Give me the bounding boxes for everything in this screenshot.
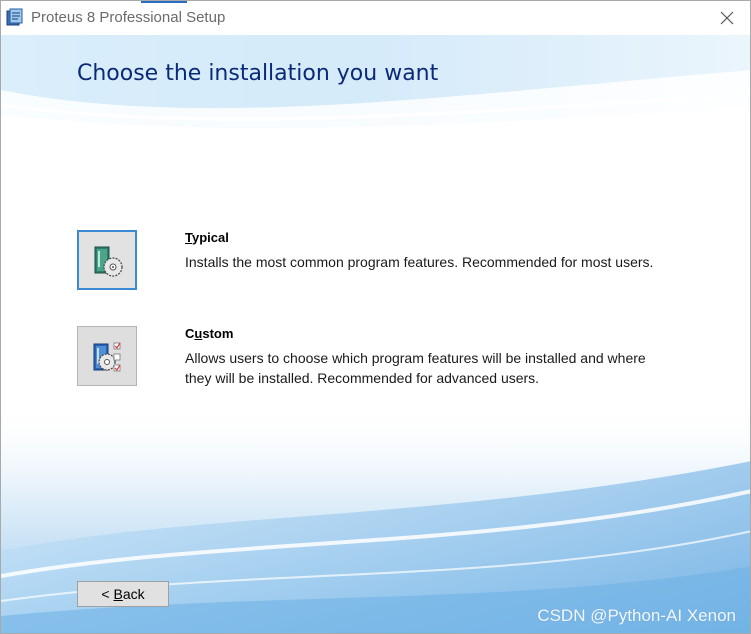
custom-option-description: Allows users to choose which program fea… [185, 350, 646, 386]
window-title: Proteus 8 Professional Setup [31, 9, 226, 26]
header-swoosh-decoration [1, 35, 750, 145]
typical-mnemonic: T [185, 230, 192, 245]
watermark-text: CSDN @Python-AI Xenon [537, 606, 736, 625]
custom-install-button[interactable] [77, 326, 137, 386]
back-label-rest: ack [122, 586, 145, 602]
custom-title-rest: stom [202, 326, 234, 341]
back-button[interactable]: < Back [77, 581, 169, 607]
setup-window: Proteus 8 Professional Setup Choose the … [0, 0, 751, 634]
typical-option-title: Typical [185, 230, 229, 245]
close-button[interactable] [704, 1, 750, 35]
typical-install-icon [94, 246, 123, 277]
installer-app-icon [6, 8, 23, 26]
typical-option-description: Installs the most common program feature… [185, 254, 654, 270]
custom-title-prefix: C [185, 326, 195, 341]
title-bar: Proteus 8 Professional Setup [1, 1, 750, 35]
taskbar-accent-strip [141, 1, 187, 3]
back-arrow-text: < [101, 586, 114, 602]
back-mnemonic: B [113, 586, 123, 602]
page-title: Choose the installation you want [77, 61, 439, 86]
custom-install-icon [93, 342, 121, 372]
typical-title-rest: ypical [191, 230, 229, 245]
close-icon [720, 11, 734, 25]
typical-install-button[interactable] [77, 230, 137, 290]
custom-option-title: Custom [185, 326, 233, 341]
